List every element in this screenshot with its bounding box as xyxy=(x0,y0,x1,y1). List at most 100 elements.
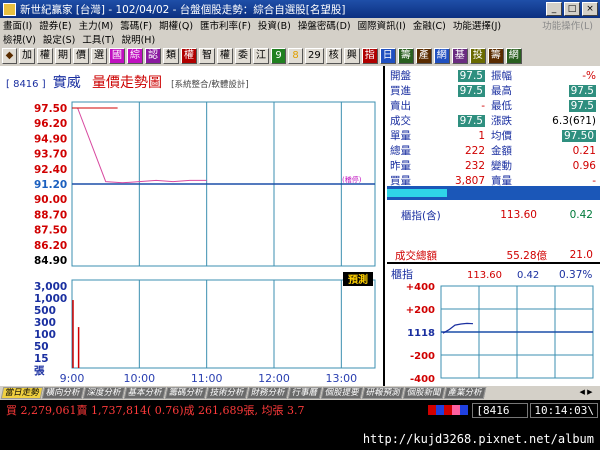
mini-tick-label: +200 xyxy=(406,305,435,316)
toolbar-button[interactable]: ◆ xyxy=(2,48,17,64)
tab-6[interactable]: 財務分析 xyxy=(246,387,290,399)
quote-label: 均價 xyxy=(491,130,512,142)
menu-item[interactable]: 國際資訊(I) xyxy=(358,18,406,32)
menu-item[interactable]: 主力(M) xyxy=(79,18,114,32)
quote-value-cell: - xyxy=(527,175,598,187)
tab-10[interactable]: 個股新聞 xyxy=(402,387,445,399)
toolbar-button[interactable]: 綜 xyxy=(127,48,143,64)
quote-label: 最高 xyxy=(491,85,512,97)
volume-tick-label: 張 xyxy=(34,365,45,377)
tab-3[interactable]: 基本分析 xyxy=(123,387,167,399)
menu-item[interactable]: 期權(Q) xyxy=(159,18,193,32)
quote-value-cell: 0.96 xyxy=(527,160,598,172)
toolbar-button[interactable]: 權 xyxy=(37,48,53,64)
status-stock-code[interactable]: [8416 xyxy=(472,402,529,418)
menu-item[interactable]: 工具(T) xyxy=(82,32,114,46)
tab-9[interactable]: 研報預測 xyxy=(361,387,404,399)
quote-label: 開盤 xyxy=(390,70,411,82)
status-color-segment xyxy=(460,405,469,415)
tab-8[interactable]: 個股提要 xyxy=(320,387,363,399)
status-color-bar xyxy=(428,405,469,415)
price-tick-label: 96.20 xyxy=(34,118,67,130)
turnover-change: 21.0 xyxy=(569,249,593,261)
menu-item[interactable]: 證券(E) xyxy=(39,18,71,32)
otc-index-value: 113.60 xyxy=(500,209,537,221)
tab-7[interactable]: 行事曆 xyxy=(287,387,322,399)
toolbar-button[interactable]: 籌 xyxy=(487,48,504,64)
toolbar-button[interactable]: 權 xyxy=(217,48,233,64)
menu-item[interactable]: 畫面(I) xyxy=(3,18,32,32)
price-tick-label: 92.40 xyxy=(34,164,67,176)
quote-value-cell: 97.5 xyxy=(421,69,487,82)
price-tick-label: 84.90 xyxy=(34,255,67,267)
toolbar-button[interactable]: 8 xyxy=(288,48,303,64)
toolbar-button[interactable]: 基 xyxy=(451,48,468,64)
price-tick-label: 97.50 xyxy=(34,103,67,115)
toolbar-button[interactable]: 價 xyxy=(73,48,89,64)
maximize-button[interactable]: □ xyxy=(564,2,580,16)
toolbar-button[interactable]: 類 xyxy=(163,48,179,64)
toolbar-button[interactable]: 智 xyxy=(199,48,215,64)
quote-value: 0.96 xyxy=(572,159,596,172)
price-volume-chart[interactable]: 9:00 10:00 11:00 12:00 13:00 97.50 96.20 94.90 9… xyxy=(0,66,385,386)
toolbar-button[interactable]: 核 xyxy=(325,48,342,64)
toolbar-button[interactable]: 興 xyxy=(343,48,360,64)
mini-chart-svg[interactable]: 櫃指 113.60 0.42 0.37% +400 +200 1118 -200 -400 xyxy=(387,264,600,386)
quote-label: 總量 xyxy=(390,145,411,157)
tab-2[interactable]: 深度分析 xyxy=(82,387,126,399)
toolbar-button[interactable]: 認 xyxy=(145,48,161,64)
quote-value: 3,807 xyxy=(454,174,485,187)
toolbar-button[interactable]: 網 xyxy=(505,48,522,64)
tab-4[interactable]: 籌碼分析 xyxy=(164,387,208,399)
tab-11[interactable]: 產業分析 xyxy=(443,387,486,399)
menu-item[interactable]: 籌碼(F) xyxy=(120,18,152,32)
menu-item[interactable]: 金融(C) xyxy=(413,18,446,32)
menu-item[interactable]: 說明(H) xyxy=(122,32,156,46)
toolbar-button[interactable]: 權 xyxy=(181,48,197,64)
tab-scroll-arrows[interactable]: ◀ ▶ xyxy=(572,387,600,399)
toolbar-button[interactable]: 9 xyxy=(271,48,286,64)
menu-item[interactable]: 功能選擇(J) xyxy=(453,18,501,32)
toolbar-button[interactable]: 籌 xyxy=(397,48,414,64)
menu-item[interactable]: 設定(S) xyxy=(43,32,75,46)
toolbar-button[interactable]: 期 xyxy=(55,48,71,64)
price-volume-chart-panel: 9:00 10:00 11:00 12:00 13:00 97.50 96.20 94.90 9… xyxy=(0,66,385,386)
quote-label: 昨量 xyxy=(390,160,411,172)
toolbar-button[interactable]: 網 xyxy=(433,48,450,64)
toolbar: ◆ 加權期價選國綜認類權智權委江 9 8 29 核興指日籌產網基投籌網 xyxy=(0,46,600,66)
menu-item[interactable]: 投資(B) xyxy=(258,18,291,32)
quote-table: 開盤 97.5 振幅 -% 買進 97.5 最高 97.5 賣出 - 最低 97.5 成交 97.5 漲跌 6… xyxy=(387,68,600,188)
toolbar-button[interactable]: 國 xyxy=(109,48,125,64)
price-tick-label: 93.70 xyxy=(34,149,67,161)
toolbar-button[interactable]: 江 xyxy=(253,48,269,64)
toolbar-button[interactable]: 日 xyxy=(379,48,396,64)
status-color-segment xyxy=(436,405,445,415)
toolbar-button[interactable]: 產 xyxy=(415,48,432,64)
quote-value-cell: 97.5 xyxy=(527,84,598,97)
close-button[interactable]: × xyxy=(582,2,598,16)
menu-item[interactable]: 操盤密碼(D) xyxy=(298,18,351,32)
otc-index-row: 櫃指(含) 113.60 0.42 xyxy=(387,206,600,224)
toolbar-button[interactable]: 投 xyxy=(469,48,486,64)
minimize-button[interactable]: _ xyxy=(546,2,562,16)
quote-value-cell: 3,807 xyxy=(421,175,487,187)
time-tick-label: 13:00 xyxy=(325,372,357,385)
tab-1[interactable]: 橫向分析 xyxy=(41,387,85,399)
volume-tick-label: 50 xyxy=(34,341,49,353)
price-tick-label: 91.20 xyxy=(34,179,67,191)
tab-5[interactable]: 技術分析 xyxy=(205,387,249,399)
title-bar: 新世紀贏家 [台灣] - 102/04/02 - 台盤個股走勢：綜合自選股[名望… xyxy=(0,0,600,18)
toolbar-button[interactable]: 加 xyxy=(19,48,35,64)
menu-item[interactable]: 檢視(V) xyxy=(3,32,36,46)
quote-value: 97.5 xyxy=(568,99,596,112)
time-tick-label: 12:00 xyxy=(258,372,290,385)
mini-chart-change: 0.42 xyxy=(517,270,539,281)
tab-0[interactable]: 當日走勢 xyxy=(0,387,44,399)
quote-row: 昨量 232 變動 0.96 xyxy=(387,158,600,173)
toolbar-button[interactable]: 29 xyxy=(305,48,324,64)
toolbar-button[interactable]: 選 xyxy=(91,48,107,64)
menu-item[interactable]: 匯市利率(F) xyxy=(200,18,251,32)
toolbar-button[interactable]: 指 xyxy=(361,48,378,64)
toolbar-button[interactable]: 委 xyxy=(235,48,251,64)
price-tick-label: 90.00 xyxy=(34,194,67,206)
